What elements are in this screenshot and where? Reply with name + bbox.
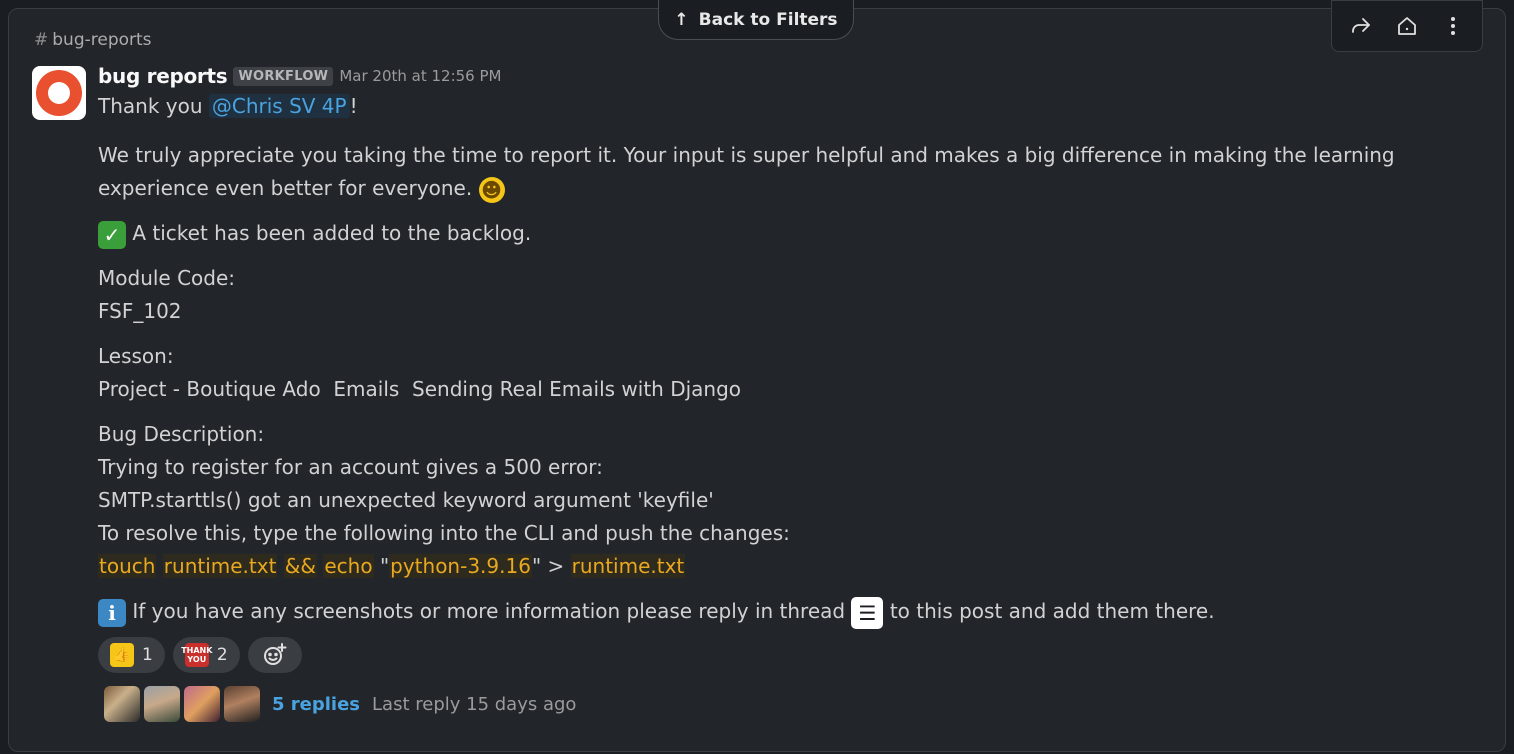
thread-replies[interactable]: 5 replies Last reply 15 days ago	[104, 686, 576, 722]
info-text-after: to this post and add them there.	[889, 599, 1215, 623]
reaction-count: 2	[216, 645, 228, 665]
thank-you-icon: THANK YOU	[181, 643, 212, 667]
bug-label: Bug Description:	[98, 422, 265, 446]
lesson-value: Project - Boutique Ado Emails Sending Re…	[98, 377, 742, 401]
thumbs-up-icon: 👍	[110, 643, 134, 667]
reaction-thank-you[interactable]: THANK YOU 2	[172, 637, 240, 673]
message-toolbar	[1331, 0, 1483, 52]
thread-icon: ☰	[851, 596, 884, 629]
last-reply-text: Last reply 15 days ago	[372, 693, 577, 715]
home-icon[interactable]	[1389, 8, 1425, 44]
logo-ring-icon	[36, 70, 82, 116]
info-line: i If you have any screenshots or more in…	[98, 595, 1398, 629]
code-quote-open: "	[379, 554, 390, 578]
code-echo: echo	[323, 554, 374, 578]
smile-emoji-icon: ☻	[478, 176, 505, 203]
message-body: Thank you @Chris SV 4P! We truly appreci…	[98, 90, 1398, 629]
sender-avatar[interactable]	[32, 66, 86, 120]
reaction-count: 1	[142, 645, 153, 665]
code-version: python-3.9.16	[389, 554, 532, 578]
replier-avatar	[144, 686, 180, 722]
appreciation-line-1: We truly appreciate you taking the time …	[98, 143, 1395, 167]
add-reaction-button[interactable]	[247, 637, 302, 673]
greeting-suffix: !	[349, 94, 358, 118]
add-emoji-icon	[263, 643, 287, 665]
bug-line-2: SMTP.starttls() got an unexpected keywor…	[98, 488, 714, 512]
info-icon: i	[98, 598, 126, 627]
reactions-bar: 👍 1 THANK YOU 2	[98, 637, 302, 673]
module-value: FSF_102	[98, 299, 182, 323]
back-to-filters-label: Back to Filters	[698, 9, 838, 30]
code-touch: touch	[98, 554, 157, 578]
replier-avatar	[184, 686, 220, 722]
greeting-line: Thank you @Chris SV 4P!	[98, 90, 1398, 123]
bug-line-1: Trying to register for an account gives …	[98, 455, 603, 479]
bug-line-3: To resolve this, type the following into…	[98, 521, 790, 545]
appreciation-text-2: experience even better for everyone.	[98, 176, 473, 200]
info-text-before: If you have any screenshots or more info…	[132, 599, 846, 623]
replier-avatar	[104, 686, 140, 722]
channel-label: bug-reports	[52, 30, 152, 50]
arrow-up-icon: ↑	[674, 9, 689, 30]
cli-command: touch runtime.txt && echo "python-3.9.16…	[98, 550, 1398, 583]
reaction-thumbs-up[interactable]: 👍 1	[98, 637, 165, 673]
ticket-line: ✓ A ticket has been added to the backlog…	[98, 217, 1398, 250]
back-to-filters-button[interactable]: ↑ Back to Filters	[658, 0, 854, 40]
replies-count-link[interactable]: 5 replies	[272, 694, 360, 715]
code-and: &&	[283, 554, 317, 578]
code-file-1: runtime.txt	[162, 554, 278, 578]
code-file-2: runtime.txt	[570, 554, 686, 578]
lesson-label: Lesson:	[98, 344, 174, 368]
appreciation-line-2: experience even better for everyone. ☻	[98, 172, 1398, 205]
check-mark-icon: ✓	[98, 220, 126, 249]
more-vertical-icon[interactable]	[1435, 8, 1471, 44]
hash-icon: #	[34, 30, 49, 50]
module-label: Module Code:	[98, 266, 236, 290]
workflow-badge: WORKFLOW	[233, 66, 334, 86]
sender-name[interactable]: bug reports	[98, 64, 228, 88]
ticket-text: A ticket has been added to the backlog.	[132, 221, 532, 245]
code-quote-close: "	[531, 554, 542, 578]
user-mention[interactable]: @Chris SV 4P	[208, 94, 350, 118]
message-timestamp[interactable]: Mar 20th at 12:56 PM	[339, 67, 501, 85]
greeting-prefix: Thank you	[98, 94, 203, 118]
channel-name[interactable]: # bug-reports	[34, 30, 152, 50]
share-icon[interactable]	[1343, 8, 1379, 44]
replier-avatar	[224, 686, 260, 722]
message-header: bug reports WORKFLOW Mar 20th at 12:56 P…	[98, 64, 501, 88]
code-redirect: >	[541, 554, 571, 578]
